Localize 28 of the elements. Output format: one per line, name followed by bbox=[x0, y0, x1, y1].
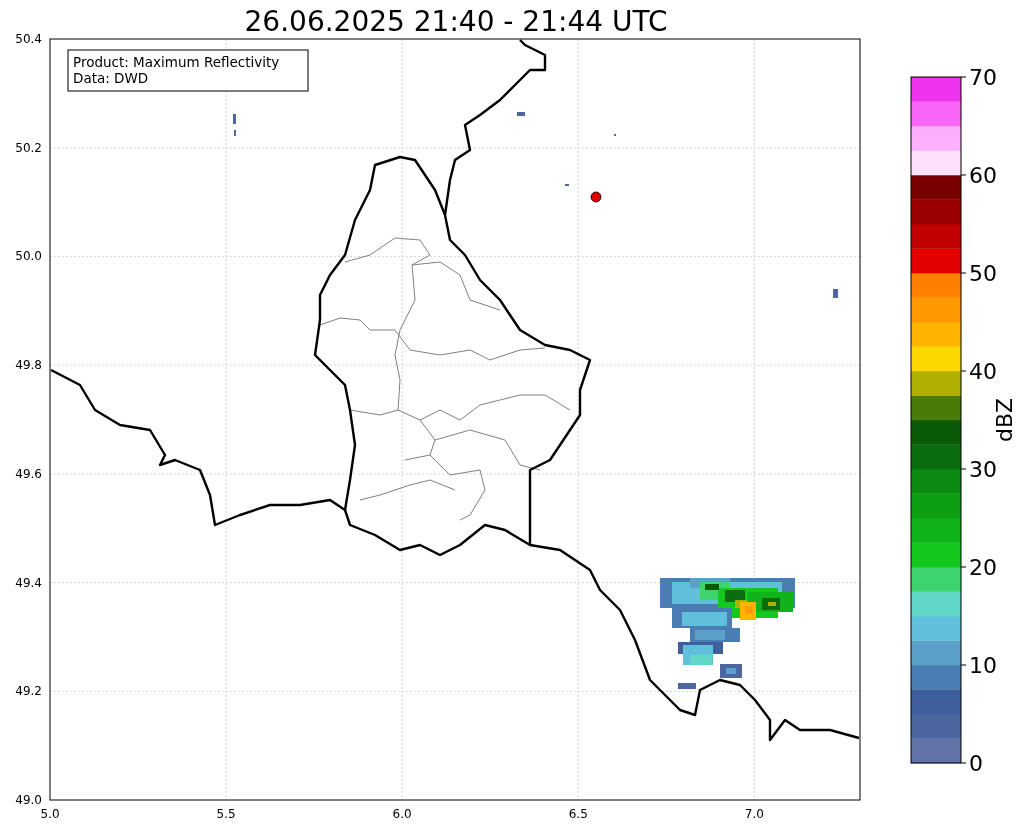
axis-tick-label: 50.0 bbox=[15, 249, 42, 264]
colorbar-tick-label: 30 bbox=[969, 457, 997, 482]
axis-tick-label: 49.0 bbox=[15, 793, 42, 808]
colorbar-tick-label: 10 bbox=[969, 653, 997, 678]
location-marker bbox=[590, 191, 602, 203]
colorbar-tick-label: 60 bbox=[969, 163, 997, 188]
colorbar-tick-label: 20 bbox=[969, 555, 997, 580]
axis-tick-label: 7.0 bbox=[744, 807, 764, 821]
colorbar-tick-label: 50 bbox=[969, 261, 997, 286]
axis-tick-label: 49.6 bbox=[15, 466, 42, 481]
colorbar-label: dBZ bbox=[992, 397, 1017, 443]
axis-tick-label: 6.0 bbox=[392, 807, 412, 821]
axis-tick-label: 49.8 bbox=[15, 358, 42, 373]
axis-tick-label: 49.2 bbox=[15, 684, 42, 699]
info-text: Product: Maximum Reflectivity bbox=[73, 54, 280, 70]
colorbar-tick-label: 70 bbox=[969, 65, 997, 90]
radar-echo bbox=[517, 112, 525, 116]
axis-tick-label: 49.4 bbox=[15, 575, 42, 590]
axis-tick-label: 6.5 bbox=[568, 807, 588, 821]
axis-tick-label: 50.4 bbox=[15, 32, 42, 46]
chart-title: 26.06.2025 21:40 - 21:44 UTC bbox=[244, 5, 668, 38]
axis-tick-label: 50.2 bbox=[15, 140, 42, 155]
info-text: Data: DWD bbox=[73, 70, 149, 86]
colorbar-tick-label: 40 bbox=[969, 359, 997, 384]
radar-echo bbox=[833, 289, 838, 298]
colorbar-tick-label: 0 bbox=[969, 751, 983, 776]
axis-tick-label: 5.5 bbox=[216, 807, 236, 821]
axis-tick-label: 5.0 bbox=[40, 807, 60, 821]
